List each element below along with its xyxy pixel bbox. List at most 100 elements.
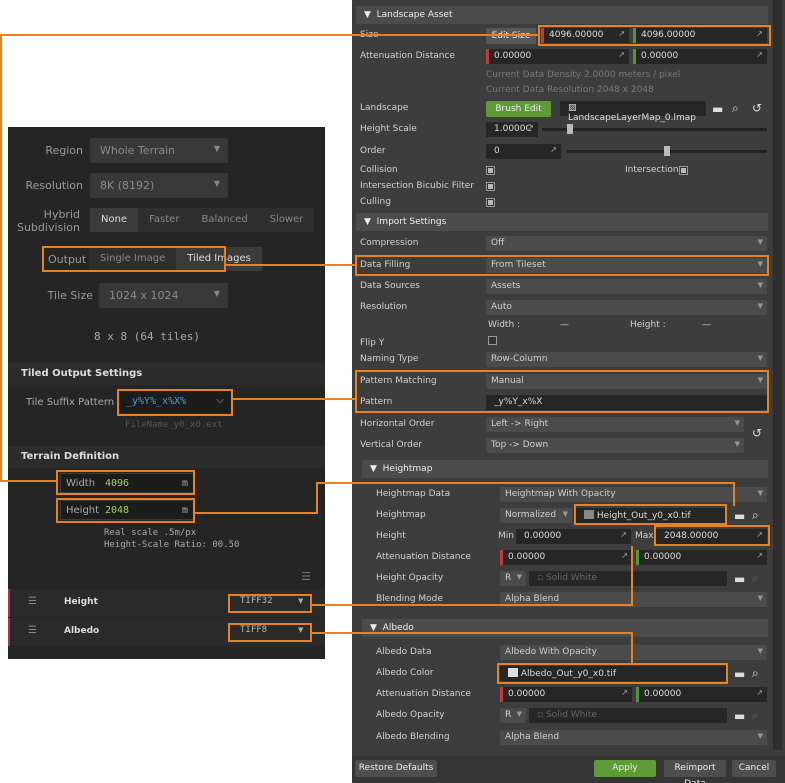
edit-size-button[interactable]: Edit Size bbox=[486, 28, 536, 44]
import-settings-header[interactable]: ▼ Import Settings bbox=[356, 213, 768, 231]
heightmap-data-dropdown[interactable]: Heightmap With Opacity ▼ bbox=[500, 487, 767, 502]
collapse-arrow-icon: ▼ bbox=[364, 10, 371, 20]
compression-row: Compression Off ▼ bbox=[352, 233, 772, 254]
region-dropdown[interactable]: Whole Terrain ▼ bbox=[90, 138, 228, 163]
search-icon[interactable]: ⌕ bbox=[752, 571, 759, 585]
albedo-opacity-channel-dropdown[interactable]: R ▼ bbox=[500, 708, 526, 723]
search-icon[interactable]: ⌕ bbox=[752, 666, 759, 680]
folder-icon[interactable]: ▬ bbox=[734, 509, 745, 523]
highlight-height bbox=[56, 498, 195, 523]
hm-attenuation-a-input[interactable]: 0.00000 ↗ bbox=[500, 550, 632, 565]
reset-icon[interactable]: ↺ bbox=[752, 101, 762, 115]
bicubic-label: Intersection Bicubic Filter bbox=[360, 181, 475, 191]
hybrid-option-balanced[interactable]: Balanced bbox=[190, 208, 258, 232]
flip-y-label: Flip Y bbox=[360, 338, 385, 348]
attenuation-b-input[interactable]: 0.00000 ↗ bbox=[633, 49, 767, 64]
drag-handle-icon[interactable]: ☰ bbox=[28, 596, 37, 607]
blending-mode-label: Blending Mode bbox=[376, 594, 443, 604]
connector-line bbox=[733, 482, 735, 506]
horizontal-order-value: Left -> Right bbox=[491, 419, 549, 429]
heightmap-label: Heightmap bbox=[376, 510, 426, 520]
albedo-header[interactable]: ▼ Albedo bbox=[362, 619, 768, 637]
resolution-dropdown[interactable]: Auto ▼ bbox=[486, 300, 767, 315]
collision-checkbox[interactable] bbox=[486, 166, 495, 175]
folder-icon[interactable]: ▬ bbox=[734, 572, 745, 586]
attenuation-a-input[interactable]: 0.00000 ↗ bbox=[486, 49, 629, 64]
landscape-file-icon: ▨ bbox=[568, 103, 577, 113]
apply-button[interactable]: Apply bbox=[594, 760, 656, 777]
heightmap-mode-dropdown[interactable]: Normalized ▼ bbox=[500, 508, 572, 523]
restore-defaults-button[interactable]: Restore Defaults bbox=[355, 760, 437, 777]
slider-handle[interactable] bbox=[567, 124, 573, 134]
hm-attenuation-b-input[interactable]: 0.00000 ↗ bbox=[636, 550, 767, 565]
blending-mode-value: Alpha Blend bbox=[505, 594, 560, 604]
chevron-down-icon: ▼ bbox=[213, 289, 220, 298]
height-opacity-value: Solid White bbox=[545, 573, 597, 583]
search-icon[interactable]: ⌕ bbox=[732, 101, 739, 115]
landscape-asset-header[interactable]: ▼ Landscape Asset bbox=[356, 6, 768, 24]
hybrid-option-slower[interactable]: Slower bbox=[259, 208, 315, 232]
bicubic-checkbox[interactable] bbox=[486, 182, 495, 191]
heightmap-data-value: Heightmap With Opacity bbox=[505, 489, 616, 499]
reimport-data-button[interactable]: Reimport Data bbox=[664, 760, 726, 783]
brush-edit-button[interactable]: Brush Edit bbox=[486, 101, 551, 117]
tile-suffix-label: Tile Suffix Pattern bbox=[26, 397, 115, 408]
connector-line bbox=[312, 604, 632, 606]
albedo-data-value: Albedo With Opacity bbox=[505, 647, 597, 657]
height-scale-slider[interactable] bbox=[542, 128, 767, 131]
search-icon[interactable]: ⌕ bbox=[752, 708, 759, 722]
drag-handle-icon[interactable]: ☰ bbox=[28, 625, 37, 636]
folder-icon[interactable]: ▬ bbox=[712, 102, 723, 116]
hybrid-label-line1: Hybrid bbox=[43, 208, 80, 221]
hybrid-subdivision-label: Hybrid Subdivision bbox=[8, 208, 80, 234]
height-min-input[interactable]: 0.00000 ↗ bbox=[516, 529, 631, 544]
intersection-checkbox[interactable] bbox=[679, 166, 688, 175]
order-input[interactable]: 0 ↗ bbox=[486, 144, 561, 159]
resolution-dropdown[interactable]: 8K (8192) ▼ bbox=[90, 173, 228, 198]
res-height-value: — bbox=[702, 320, 711, 330]
scrollbar[interactable] bbox=[773, 0, 782, 750]
landscape-asset-field[interactable]: ▨ LandscapeLayerMap_0.lmap bbox=[560, 101, 706, 123]
albedo-blending-dropdown[interactable]: Alpha Blend ▼ bbox=[500, 730, 767, 745]
al-attenuation-a-input[interactable]: 0.00000 ↗ bbox=[500, 687, 632, 702]
data-sources-dropdown[interactable]: Assets ▼ bbox=[486, 279, 767, 294]
hybrid-option-none[interactable]: None bbox=[90, 208, 139, 232]
collapse-arrow-icon: ▼ bbox=[370, 464, 377, 474]
section-title: Heightmap bbox=[382, 464, 433, 474]
slider-handle[interactable] bbox=[664, 146, 670, 156]
reset-icon[interactable]: ↺ bbox=[752, 426, 762, 440]
connector-line bbox=[0, 34, 540, 36]
vertical-order-dropdown[interactable]: Top -> Down ▼ bbox=[486, 438, 744, 453]
compression-label: Compression bbox=[360, 238, 419, 248]
compression-dropdown[interactable]: Off ▼ bbox=[486, 236, 767, 251]
horizontal-order-dropdown[interactable]: Left -> Right ▼ bbox=[486, 417, 744, 432]
naming-type-label: Naming Type bbox=[360, 354, 419, 364]
hybrid-option-faster[interactable]: Faster bbox=[138, 208, 190, 232]
al-attenuation-b-input[interactable]: 0.00000 ↗ bbox=[636, 687, 767, 702]
albedo-opacity-field[interactable]: ▫ Solid White bbox=[529, 708, 727, 723]
height-opacity-channel-dropdown[interactable]: R ▼ bbox=[500, 571, 526, 586]
chevron-down-icon: ▼ bbox=[734, 419, 740, 427]
list-menu-icon[interactable]: ☰ bbox=[301, 570, 311, 583]
naming-type-dropdown[interactable]: Row-Column ▼ bbox=[486, 352, 767, 367]
height-opacity-field[interactable]: ▫ Solid White bbox=[529, 571, 727, 586]
height-scale-input[interactable]: 1.0000C ↗ bbox=[486, 122, 538, 137]
tile-size-dropdown[interactable]: 1024 x 1024 ▼ bbox=[99, 283, 228, 308]
tiled-output-settings-header: Tiled Output Settings bbox=[8, 363, 325, 385]
heightmap-header[interactable]: ▼ Heightmap bbox=[362, 460, 768, 478]
culling-checkbox[interactable] bbox=[486, 198, 495, 207]
flip-y-checkbox[interactable] bbox=[488, 336, 497, 345]
order-value: 0 bbox=[494, 146, 500, 156]
resolution-note: Current Data Resolution 2048 x 2048 bbox=[486, 85, 654, 95]
drag-arrows-icon: ↗ bbox=[527, 123, 534, 132]
cancel-button[interactable]: Cancel bbox=[732, 760, 776, 777]
folder-icon[interactable]: ▬ bbox=[734, 667, 745, 681]
albedo-data-dropdown[interactable]: Albedo With Opacity ▼ bbox=[500, 645, 767, 660]
connector-line bbox=[226, 264, 356, 266]
connector-line bbox=[316, 482, 318, 514]
height-scale-row: Height Scale 1.0000C ↗ bbox=[352, 119, 772, 140]
naming-type-row: Naming Type Row-Column ▼ bbox=[352, 349, 772, 370]
search-icon[interactable]: ⌕ bbox=[752, 508, 759, 522]
hybrid-label-line2: Subdivision bbox=[16, 221, 80, 234]
folder-icon[interactable]: ▬ bbox=[734, 709, 745, 723]
